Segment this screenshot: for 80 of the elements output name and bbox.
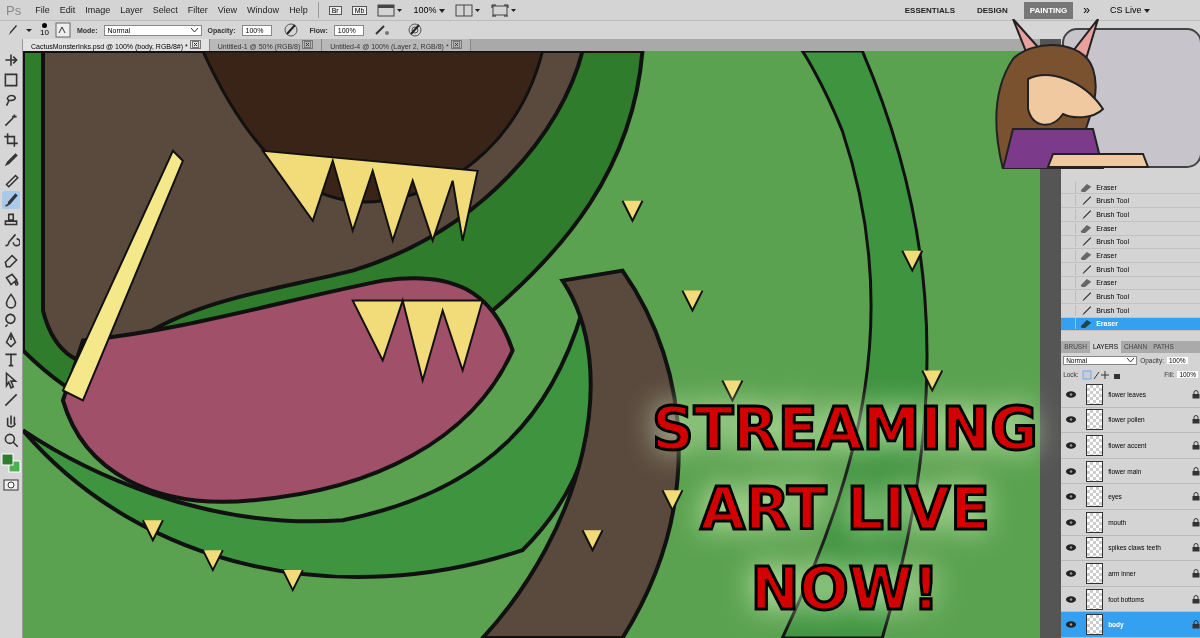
line-icon[interactable] bbox=[2, 391, 20, 409]
lock-icon bbox=[1192, 389, 1200, 399]
move-icon[interactable] bbox=[2, 51, 20, 69]
brush-icon bbox=[1079, 195, 1094, 207]
chevron-icon bbox=[1127, 358, 1135, 363]
eraser-icon bbox=[1079, 250, 1094, 262]
brush-icon bbox=[1079, 304, 1094, 316]
layer-thumbnail bbox=[1086, 511, 1104, 533]
menu-item[interactable]: Edit bbox=[59, 5, 76, 15]
brush-icon bbox=[1079, 291, 1094, 303]
menu-item[interactable]: Layer bbox=[120, 5, 143, 15]
layer-thumbnail bbox=[1086, 460, 1104, 482]
crop-icon[interactable] bbox=[2, 131, 20, 149]
brush-icon bbox=[1079, 263, 1094, 275]
zoom-dropdown[interactable]: 100% bbox=[413, 5, 445, 15]
workspace-tab[interactable]: ESSENTIALS bbox=[898, 1, 961, 19]
layer-thumbnail bbox=[1086, 383, 1104, 405]
caret-icon bbox=[1144, 9, 1150, 13]
caret-icon bbox=[438, 9, 445, 13]
eyedropper-icon[interactable] bbox=[2, 151, 20, 169]
eraser-icon bbox=[1079, 318, 1094, 330]
marquee-icon[interactable] bbox=[2, 71, 20, 89]
type-icon[interactable] bbox=[2, 351, 20, 369]
lock-icon bbox=[1192, 492, 1200, 502]
eye-icon[interactable] bbox=[1066, 467, 1077, 475]
layer-thumbnail bbox=[1086, 588, 1104, 610]
workspace-tab[interactable]: PAINTING bbox=[1023, 1, 1074, 19]
menu-item[interactable]: Image bbox=[85, 5, 111, 15]
lock-icon bbox=[1192, 517, 1200, 527]
eye-icon[interactable] bbox=[1066, 621, 1077, 629]
eraser-icon bbox=[1079, 181, 1094, 193]
brush-icon bbox=[1079, 236, 1094, 248]
close-icon[interactable] bbox=[450, 40, 462, 49]
cs-live-button[interactable]: CS Live bbox=[1110, 5, 1150, 15]
eye-icon[interactable] bbox=[1066, 442, 1077, 450]
eraser-icon bbox=[1079, 277, 1094, 289]
bucket-icon[interactable] bbox=[2, 271, 20, 289]
eye-icon[interactable] bbox=[1066, 390, 1077, 398]
quick-mask-icon[interactable] bbox=[3, 479, 19, 491]
lock-icon bbox=[1192, 569, 1200, 578]
lock-icon bbox=[1192, 466, 1200, 476]
eye-icon[interactable] bbox=[1066, 493, 1077, 501]
menu-item[interactable]: Select bbox=[152, 5, 178, 15]
eraser-icon bbox=[1079, 222, 1094, 234]
eye-icon[interactable] bbox=[1066, 595, 1077, 603]
lock-options-icon[interactable] bbox=[1081, 369, 1122, 380]
eye-icon[interactable] bbox=[1066, 544, 1077, 552]
layer-thumbnail bbox=[1086, 486, 1104, 508]
eye-icon[interactable] bbox=[1066, 518, 1077, 526]
arrange-documents-icon[interactable] bbox=[454, 3, 481, 17]
brush-size-picker[interactable]: 10 bbox=[40, 23, 49, 37]
menu-item[interactable]: View bbox=[217, 5, 238, 15]
app-logo: Ps bbox=[6, 2, 22, 18]
eye-icon[interactable] bbox=[1066, 416, 1077, 424]
workspace-tab[interactable]: DESIGN bbox=[971, 1, 1014, 19]
layer-thumbnail bbox=[1086, 563, 1104, 584]
layer-thumbnail bbox=[1086, 614, 1104, 636]
layer-thumbnail bbox=[1086, 537, 1104, 559]
brush-icon bbox=[1079, 209, 1094, 220]
layer-thumbnail bbox=[1086, 435, 1104, 457]
menu-item[interactable]: Help bbox=[289, 5, 308, 15]
magic-wand-icon[interactable] bbox=[2, 111, 20, 129]
lock-icon bbox=[1192, 543, 1200, 553]
menu-item[interactable]: Filter bbox=[187, 5, 208, 15]
lock-icon bbox=[1192, 620, 1200, 630]
lock-icon bbox=[1192, 441, 1200, 451]
brush-icon[interactable] bbox=[2, 191, 20, 209]
menu-item[interactable]: File bbox=[35, 5, 50, 15]
screen-mode-icon[interactable] bbox=[490, 3, 517, 17]
chevron-icon bbox=[190, 28, 198, 32]
close-icon[interactable] bbox=[302, 40, 314, 49]
layer-thumbnail bbox=[1086, 409, 1104, 431]
menu-item[interactable]: Window bbox=[247, 5, 280, 15]
lock-icon bbox=[1192, 415, 1200, 425]
close-icon[interactable] bbox=[189, 40, 201, 49]
lock-icon bbox=[1192, 594, 1200, 604]
zoom-icon[interactable] bbox=[2, 431, 20, 449]
more-workspaces-button[interactable]: » bbox=[1083, 3, 1090, 17]
eye-icon[interactable] bbox=[1066, 570, 1077, 577]
view-extras-icon[interactable] bbox=[377, 3, 404, 17]
